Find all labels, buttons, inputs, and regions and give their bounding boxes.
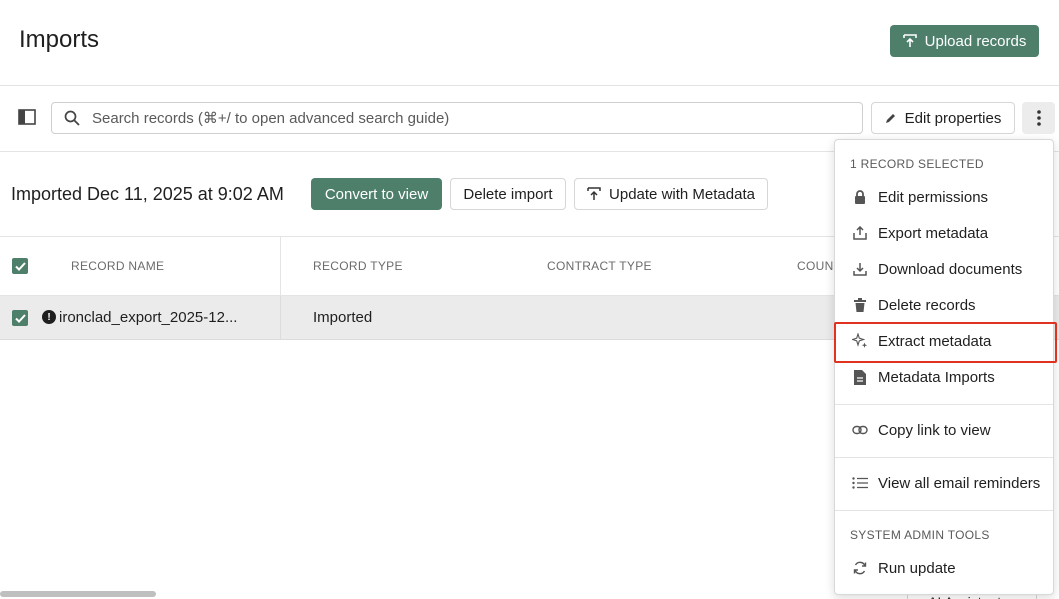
menu-item-metadata-imports[interactable]: Metadata Imports	[835, 359, 1053, 395]
column-header-contract-type[interactable]: CONTRACT TYPE	[547, 259, 652, 273]
upload-records-label: Upload records	[924, 32, 1027, 50]
menu-separator	[835, 510, 1053, 511]
upload-records-button[interactable]: Upload records	[890, 25, 1039, 57]
menu-item-label: Export metadata	[878, 224, 989, 242]
menu-separator	[835, 404, 1053, 405]
column-header-counterparty[interactable]: COUN	[797, 259, 834, 273]
record-name-cell[interactable]: ironclad_export_2025-12...	[59, 309, 237, 326]
highlight-outline	[834, 322, 1057, 363]
page-header: Imports Upload records	[0, 0, 1059, 86]
menu-section-selected: 1 RECORD SELECTED	[850, 157, 984, 171]
menu-item-label: Metadata Imports	[878, 368, 995, 386]
menu-item-run-update[interactable]: Run update	[835, 550, 1053, 586]
more-options-button[interactable]	[1022, 102, 1055, 134]
edit-properties-label: Edit properties	[904, 109, 1002, 127]
menu-separator	[835, 457, 1053, 458]
more-options-menu: 1 RECORD SELECTED Edit permissions Expor…	[834, 139, 1054, 595]
menu-item-label: Copy link to view	[878, 421, 991, 439]
menu-item-label: Edit permissions	[878, 188, 989, 206]
menu-item-download-documents[interactable]: Download documents	[835, 251, 1053, 287]
horizontal-scrollbar[interactable]	[0, 591, 156, 597]
menu-section-admin: SYSTEM ADMIN TOOLS	[850, 528, 990, 542]
menu-item-label: View all email reminders	[878, 474, 1041, 492]
update-with-metadata-button[interactable]: Update with Metadata	[574, 178, 768, 210]
column-header-record-type[interactable]: RECORD TYPE	[313, 259, 403, 273]
import-title: Imported Dec 11, 2025 at 9:02 AM	[11, 184, 284, 204]
list-icon	[852, 475, 868, 491]
search-icon	[64, 110, 80, 126]
download-icon	[852, 261, 868, 277]
sidebar-toggle-icon[interactable]	[18, 109, 36, 125]
link-icon	[852, 422, 868, 438]
menu-item-export-metadata[interactable]: Export metadata	[835, 215, 1053, 251]
trash-icon	[852, 297, 868, 313]
document-icon	[852, 369, 868, 385]
select-all-checkbox[interactable]	[12, 258, 28, 274]
menu-item-delete-records[interactable]: Delete records	[835, 287, 1053, 323]
convert-to-view-button[interactable]: Convert to view	[311, 178, 442, 210]
column-divider	[280, 237, 281, 296]
menu-item-view-email-reminders[interactable]: View all email reminders	[835, 465, 1053, 501]
menu-item-label: Delete records	[878, 296, 976, 314]
lock-icon	[852, 189, 868, 205]
menu-item-label: Run update	[878, 559, 956, 577]
refresh-icon	[852, 560, 868, 576]
delete-import-button[interactable]: Delete import	[450, 178, 566, 210]
row-checkbox[interactable]	[12, 310, 28, 326]
kebab-icon	[1036, 110, 1041, 126]
search-input[interactable]: Search records (⌘+/ to open advanced sea…	[51, 102, 863, 134]
menu-item-edit-permissions[interactable]: Edit permissions	[835, 179, 1053, 215]
check-icon	[14, 313, 26, 323]
record-type-cell: Imported	[313, 309, 373, 326]
edit-properties-button[interactable]: Edit properties	[871, 102, 1015, 134]
upload-icon	[902, 34, 917, 47]
menu-item-label: Download documents	[878, 260, 1023, 278]
page-title: Imports	[19, 26, 100, 53]
menu-item-copy-link[interactable]: Copy link to view	[835, 412, 1053, 448]
export-icon	[852, 225, 868, 241]
upload-icon	[587, 187, 601, 200]
pencil-icon	[885, 114, 895, 123]
alert-icon: !	[42, 310, 56, 324]
update-with-metadata-label: Update with Metadata	[609, 185, 755, 203]
check-icon	[14, 261, 26, 271]
search-placeholder: Search records (⌘+/ to open advanced sea…	[92, 110, 450, 127]
column-divider	[280, 296, 281, 340]
column-header-record-name[interactable]: RECORD NAME	[71, 259, 164, 273]
